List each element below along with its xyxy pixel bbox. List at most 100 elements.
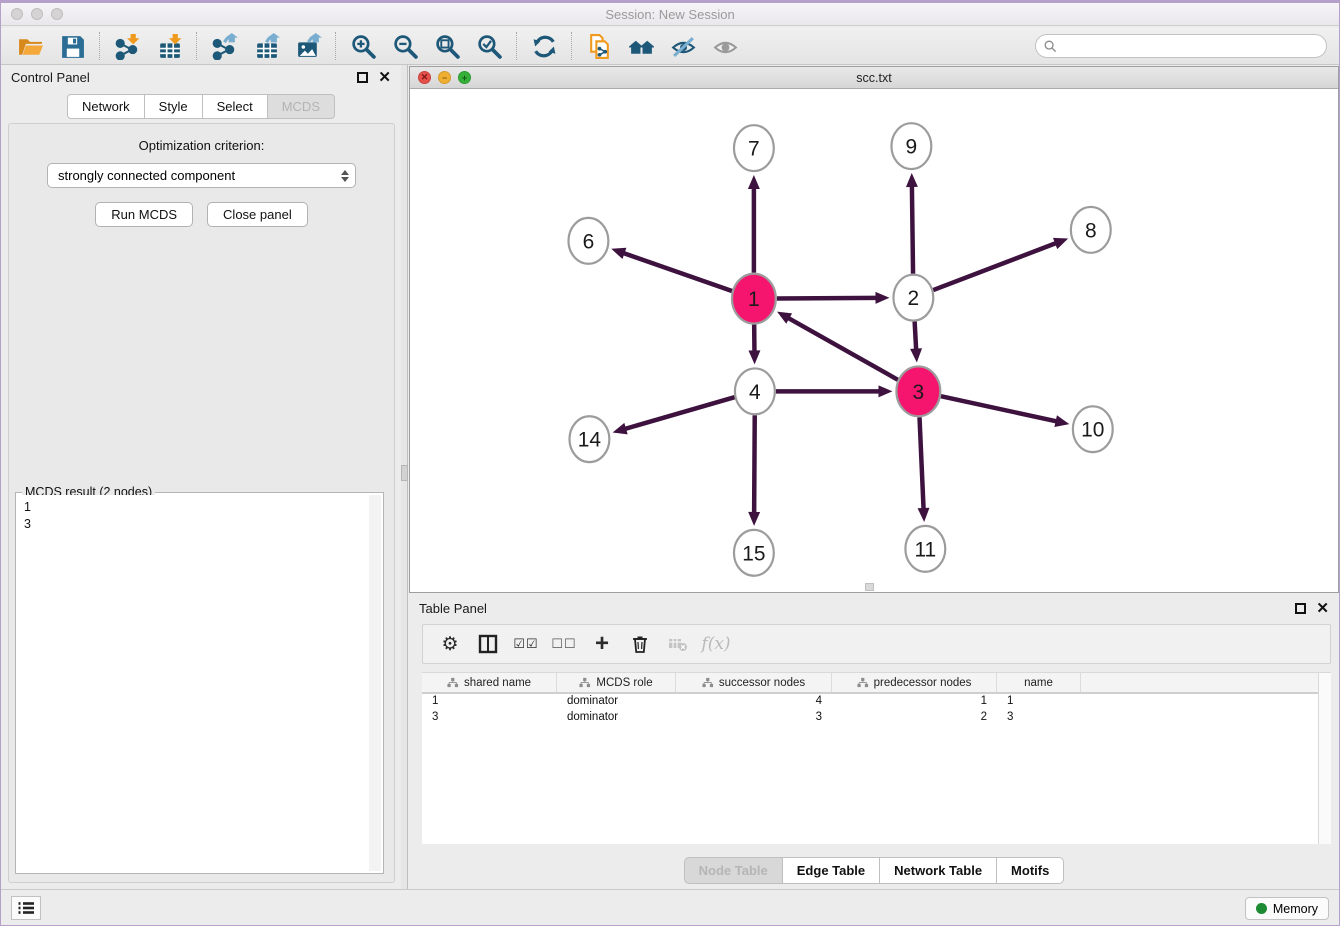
col-header-sort-icon [447,677,459,688]
search-icon [1044,40,1057,53]
column-header-name[interactable]: name [997,673,1081,692]
table-float-panel-icon[interactable] [1295,603,1306,614]
table-scrollbar[interactable] [1318,673,1331,844]
export-image-button[interactable] [287,30,329,62]
select-all-rows-button[interactable]: ☑☑ [509,628,543,660]
zoom-out-button[interactable] [384,30,426,62]
zoom-selected-button[interactable] [468,30,510,62]
toggle-column-panel-button[interactable] [471,628,505,660]
memory-status-icon [1256,903,1267,914]
tab-motifs[interactable]: Motifs [997,857,1064,884]
memory-button[interactable]: Memory [1245,897,1329,920]
toolbar-separator [196,32,197,60]
add-column-button[interactable]: + [585,628,619,660]
refresh-icon [531,33,558,60]
save-session-button[interactable] [51,30,93,62]
node-label: 11 [914,538,936,561]
table-body: 1dominator4113dominator323 [422,694,1331,726]
network-hscroll-thumb[interactable] [865,583,874,591]
tab-style[interactable]: Style [145,94,203,119]
graph-edge-3-11[interactable] [920,417,924,510]
table-cell: dominator [557,710,676,726]
table-row[interactable]: 1dominator411 [422,694,1331,710]
graph-node-15[interactable]: 15 [734,530,774,576]
graph-edge-3-10[interactable] [941,396,1058,421]
close-panel-button[interactable]: Close panel [207,202,308,227]
mcds-result-text[interactable]: 13 [18,495,369,871]
graph-edge-2-8[interactable] [933,243,1057,290]
graph-edge-2-3[interactable] [915,322,917,351]
delete-table-button [661,628,695,660]
network-canvas[interactable]: 7 9 6 8 1 2 4 3 14 10 15 11 [410,90,1338,592]
graph-node-10[interactable]: 10 [1073,406,1113,452]
graph-edge-4-14[interactable] [624,397,735,429]
close-panel-icon[interactable]: ✕ [378,72,391,83]
search-input[interactable] [1062,39,1318,53]
splitter-grip[interactable] [401,465,408,481]
import-network-button[interactable] [106,30,148,62]
graph-edge-1-2[interactable] [777,298,878,299]
graph-node-7[interactable]: 7 [734,125,774,171]
column-header-MCDS-role[interactable]: MCDS role [557,673,676,692]
clone-network-button[interactable] [578,30,620,62]
tab-network-table[interactable]: Network Table [880,857,997,884]
graph-edge-2-9[interactable] [912,185,913,274]
application-window: Session: New Session Control Panel ✕ Net… [0,0,1340,926]
graph-node-1[interactable]: 1 [732,274,776,324]
graph-node-8[interactable]: 8 [1071,207,1111,253]
zoom-out-icon [392,33,419,60]
optimization-criterion-select[interactable]: strongly connected component [47,163,356,188]
graph-node-4[interactable]: 4 [735,368,775,414]
table-header-row: shared nameMCDS rolesuccessor nodesprede… [422,673,1331,694]
import-table-button[interactable] [148,30,190,62]
graph-node-9[interactable]: 9 [891,123,931,169]
task-history-button[interactable] [11,896,41,920]
refresh-button[interactable] [523,30,565,62]
delete-column-button[interactable] [623,628,657,660]
graph-edge-4-15[interactable] [754,415,755,514]
optimization-criterion-label: Optimization criterion: [9,138,394,153]
graph-node-14[interactable]: 14 [569,416,609,462]
hide-selected-button[interactable] [662,30,704,62]
table-cell: 1 [997,694,1081,710]
table-cell: 1 [832,694,997,710]
panel-splitter[interactable] [401,65,408,889]
delete-table-icon [668,634,688,654]
column-header-predecessor-nodes[interactable]: predecessor nodes [832,673,997,692]
main-toolbar [1,28,1339,65]
tab-edge-table[interactable]: Edge Table [783,857,880,884]
run-mcds-button[interactable]: Run MCDS [95,202,193,227]
deselect-all-rows-button[interactable]: ☐☐ [547,628,581,660]
graph-node-3[interactable]: 3 [896,366,940,416]
zoom-fit-button[interactable] [426,30,468,62]
tab-node-table[interactable]: Node Table [684,857,783,884]
export-table-button[interactable] [245,30,287,62]
table-cell: 2 [832,710,997,726]
zoom-in-button[interactable] [342,30,384,62]
graph-node-11[interactable]: 11 [905,526,945,572]
tab-network[interactable]: Network [67,94,145,119]
home-button[interactable] [620,30,662,62]
table-row[interactable]: 3dominator323 [422,710,1331,726]
open-session-button[interactable] [9,30,51,62]
node-label: 7 [748,138,760,161]
export-network-button[interactable] [203,30,245,62]
column-header-successor-nodes[interactable]: successor nodes [676,673,832,692]
search-box[interactable] [1035,34,1327,58]
float-panel-icon[interactable] [357,72,368,83]
network-window-titlebar[interactable]: ✕ − + scc.txt [410,67,1338,89]
table-close-panel-icon[interactable]: ✕ [1316,603,1329,614]
graph-edge-1-6[interactable] [623,253,732,291]
graph-edge-3-1[interactable] [787,318,897,380]
show-all-button[interactable] [704,30,746,62]
result-scrollbar[interactable] [369,495,381,871]
title-bar: Session: New Session [1,1,1339,26]
edge-arrowhead [748,512,760,526]
tab-mcds[interactable]: MCDS [268,94,335,119]
table-settings-gear-button[interactable]: ⚙ [433,628,467,660]
graph-node-6[interactable]: 6 [568,218,608,264]
table-tabs: Node TableEdge TableNetwork TableMotifs [409,857,1339,884]
tab-select[interactable]: Select [203,94,268,119]
graph-node-2[interactable]: 2 [893,275,933,321]
column-header-shared-name[interactable]: shared name [422,673,557,692]
